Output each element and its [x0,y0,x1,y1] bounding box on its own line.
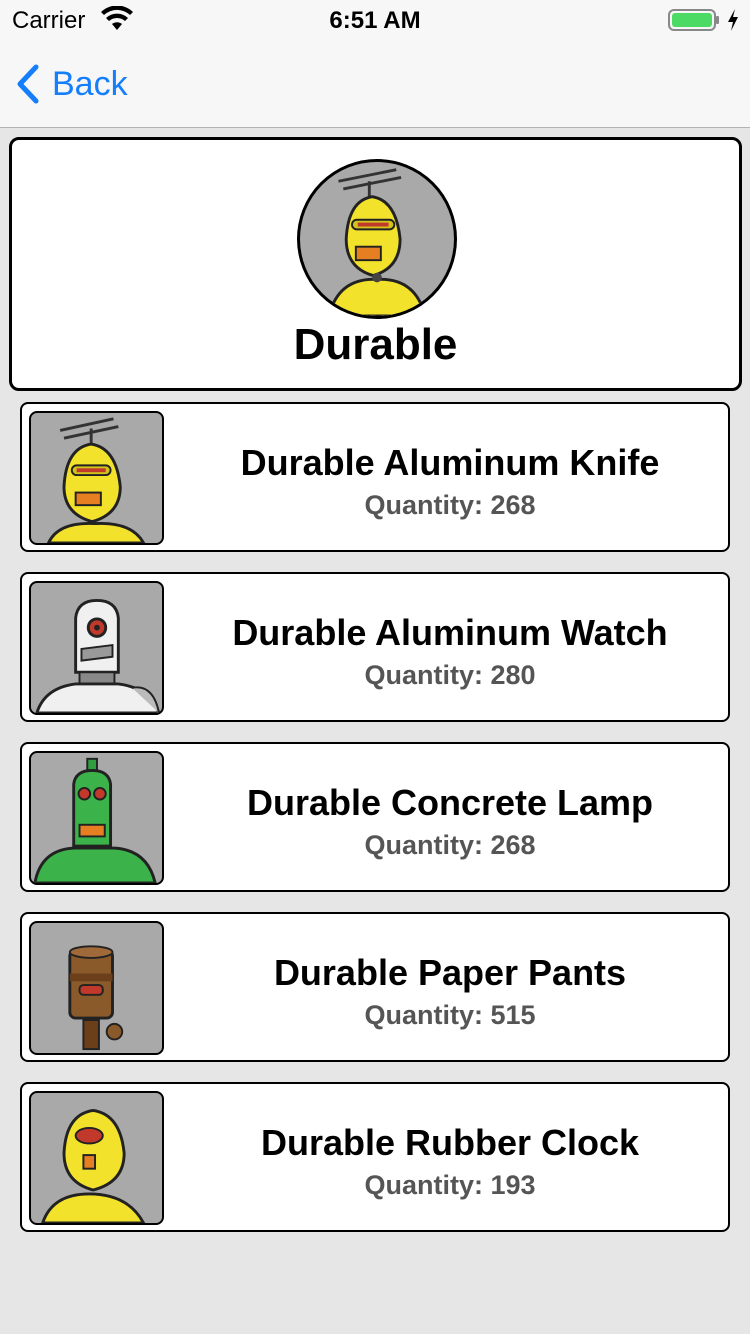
brown-robot-icon [68,945,124,1051]
list-item[interactable]: Durable Aluminum Knife Quantity: 268 [20,402,730,552]
navigation-bar: Back [0,40,750,128]
product-name: Durable Paper Pants [273,952,627,993]
product-thumbnail [29,581,164,715]
list-item[interactable]: Durable Aluminum Watch Quantity: 280 [20,572,730,722]
chevron-left-icon [17,64,39,104]
yellow-antenna-robot-icon [46,417,146,543]
clock-label: 6:51 AM [329,7,421,34]
product-thumbnail [29,411,164,545]
battery-icon [668,9,719,31]
list-item[interactable]: Durable Paper Pants Quantity: 515 [20,912,730,1062]
green-robot-icon [33,757,157,883]
back-label: Back [52,64,128,103]
list-item[interactable]: Durable Rubber Clock Quantity: 193 [20,1082,730,1232]
status-bar: Carrier 6:51 AM [0,0,750,40]
white-cyclops-robot-icon [35,599,161,713]
product-name: Durable Rubber Clock [260,1122,640,1163]
category-avatar [297,159,457,319]
product-quantity: Quantity: 280 [364,660,536,690]
product-thumbnail [29,751,164,885]
category-header-card: Durable [9,137,742,391]
product-quantity: Quantity: 193 [364,1170,536,1200]
product-name: Durable Concrete Lamp [246,782,654,823]
category-title: Durable [293,320,458,369]
charging-bolt-icon [728,9,738,31]
product-quantity: Quantity: 515 [364,1000,536,1030]
yellow-antenna-robot-icon [327,168,427,316]
product-name: Durable Aluminum Knife [240,442,660,483]
list-item[interactable]: Durable Concrete Lamp Quantity: 268 [20,742,730,892]
yellow-one-eye-robot-icon [41,1108,146,1223]
product-thumbnail [29,1091,164,1225]
product-quantity: Quantity: 268 [364,490,536,520]
product-name: Durable Aluminum Watch [232,612,668,653]
back-button[interactable]: Back [14,62,128,106]
product-thumbnail [29,921,164,1055]
product-quantity: Quantity: 268 [364,830,536,860]
